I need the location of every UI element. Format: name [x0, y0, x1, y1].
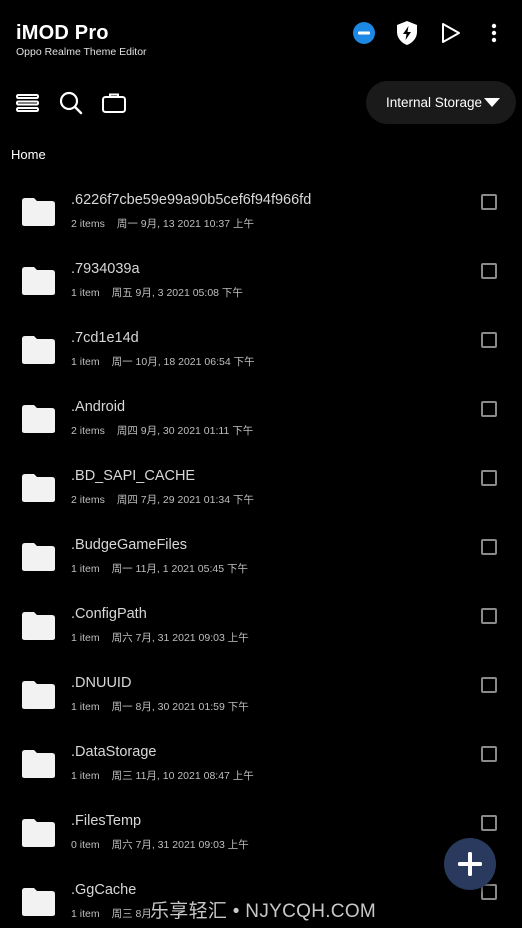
folder-icon — [22, 888, 55, 916]
file-row[interactable]: .BudgeGameFiles 1 item 周一 11月, 1 2021 05:… — [0, 511, 522, 580]
modified-date: 周一 9月, 13 2021 10:37 上午 — [116, 218, 254, 230]
plus-icon — [458, 852, 482, 876]
file-name: .FilesTemp — [71, 813, 142, 829]
file-name: .6226f7cbe59e99a90b5cef6f94f966fd — [71, 192, 312, 208]
file-list: .6226f7cbe59e99a90b5cef6f94f966fd 2 item… — [0, 166, 522, 925]
select-checkbox[interactable] — [481, 815, 497, 831]
file-meta: 2 items 周四 9月, 30 2021 01:11 下午 — [71, 423, 253, 438]
folder-icon — [22, 198, 55, 226]
file-row[interactable]: .Android 2 items 周四 9月, 30 2021 01:11 下午 — [0, 373, 522, 442]
file-row[interactable]: .6226f7cbe59e99a90b5cef6f94f966fd 2 item… — [0, 166, 522, 235]
modified-date: 周一 8月, 30 2021 01:59 下午 — [111, 701, 249, 713]
folder-icon — [22, 750, 55, 778]
file-meta: 1 item 周一 10月, 18 2021 06:54 下午 — [71, 354, 255, 369]
briefcase-icon[interactable] — [101, 90, 127, 116]
watermark: 乐享轻汇 • NJYCQH.COM — [150, 901, 377, 922]
item-count: 1 item — [71, 701, 100, 713]
folder-icon — [22, 819, 55, 847]
file-row[interactable]: .DNUUID 1 item 周一 8月, 30 2021 01:59 下午 — [0, 649, 522, 718]
file-name: .BD_SAPI_CACHE — [71, 468, 196, 484]
minus-circle-icon[interactable] — [351, 20, 377, 46]
modified-date: 周一 11月, 1 2021 05:45 下午 — [111, 563, 248, 575]
select-checkbox[interactable] — [481, 746, 497, 762]
select-checkbox[interactable] — [481, 194, 497, 210]
folder-icon — [22, 474, 55, 502]
play-icon[interactable] — [437, 20, 463, 46]
search-icon[interactable] — [58, 90, 84, 116]
folder-icon — [22, 543, 55, 571]
storage-label: Internal Storage — [386, 95, 483, 110]
stack-icon[interactable] — [15, 90, 41, 116]
select-checkbox[interactable] — [481, 884, 497, 900]
select-checkbox[interactable] — [481, 677, 497, 693]
modified-date: 周四 9月, 30 2021 01:11 下午 — [116, 425, 254, 437]
file-meta: 1 item 周三 8月 — [71, 906, 152, 921]
item-count: 2 items — [71, 218, 105, 230]
file-meta: 1 item 周三 11月, 10 2021 08:47 上午 — [71, 768, 254, 783]
file-meta: 0 item 周六 7月, 31 2021 09:03 上午 — [71, 837, 249, 852]
item-count: 2 items — [71, 494, 105, 506]
file-name: .DataStorage — [71, 744, 157, 760]
item-count: 1 item — [71, 563, 100, 575]
item-count: 1 item — [71, 632, 100, 644]
item-count: 2 items — [71, 425, 105, 437]
item-count: 1 item — [71, 908, 100, 920]
select-checkbox[interactable] — [481, 470, 497, 486]
file-meta: 2 items 周四 7月, 29 2021 01:34 下午 — [71, 492, 254, 507]
folder-icon — [22, 612, 55, 640]
modified-date: 周一 10月, 18 2021 06:54 下午 — [111, 356, 255, 368]
file-meta: 2 items 周一 9月, 13 2021 10:37 上午 — [71, 216, 254, 231]
shield-bolt-icon[interactable] — [394, 20, 420, 46]
modified-date: 周六 7月, 31 2021 09:03 上午 — [111, 839, 249, 851]
file-name: .DNUUID — [71, 675, 132, 691]
file-name: .Android — [71, 399, 126, 415]
file-name: .7934039a — [71, 261, 140, 277]
app-title: iMOD Pro — [16, 22, 109, 44]
file-meta: 1 item 周五 9月, 3 2021 05:08 下午 — [71, 285, 243, 300]
folder-icon — [22, 681, 55, 709]
file-meta: 1 item 周六 7月, 31 2021 09:03 上午 — [71, 630, 249, 645]
app-subtitle: Oppo Realme Theme Editor — [16, 46, 147, 58]
file-meta: 1 item 周一 8月, 30 2021 01:59 下午 — [71, 699, 249, 714]
select-checkbox[interactable] — [481, 539, 497, 555]
modified-date: 周三 8月 — [111, 908, 152, 920]
breadcrumb[interactable]: Home — [11, 147, 46, 162]
file-name: .7cd1e14d — [71, 330, 139, 346]
select-checkbox[interactable] — [481, 608, 497, 624]
item-count: 1 item — [71, 287, 100, 299]
modified-date: 周四 7月, 29 2021 01:34 下午 — [116, 494, 254, 506]
file-row[interactable]: .DataStorage 1 item 周三 11月, 10 2021 08:47… — [0, 718, 522, 787]
file-row[interactable]: .FilesTemp 0 item 周六 7月, 31 2021 09:03 上午 — [0, 787, 522, 856]
file-meta: 1 item 周一 11月, 1 2021 05:45 下午 — [71, 561, 248, 576]
file-name: .ConfigPath — [71, 606, 147, 622]
folder-icon — [22, 336, 55, 364]
item-count: 0 item — [71, 839, 100, 851]
file-row[interactable]: .7934039a 1 item 周五 9月, 3 2021 05:08 下午 — [0, 235, 522, 304]
modified-date: 周三 11月, 10 2021 08:47 上午 — [111, 770, 254, 782]
file-row[interactable]: .7cd1e14d 1 item 周一 10月, 18 2021 06:54 下午 — [0, 304, 522, 373]
add-fab-button[interactable] — [444, 838, 496, 890]
file-name: .GgCache — [71, 882, 137, 898]
more-vertical-icon[interactable] — [481, 20, 507, 46]
caret-down-icon — [484, 98, 500, 107]
item-count: 1 item — [71, 356, 100, 368]
modified-date: 周六 7月, 31 2021 09:03 上午 — [111, 632, 249, 644]
file-name: .BudgeGameFiles — [71, 537, 188, 553]
item-count: 1 item — [71, 770, 100, 782]
folder-icon — [22, 267, 55, 295]
file-row[interactable]: .ConfigPath 1 item 周六 7月, 31 2021 09:03 上… — [0, 580, 522, 649]
storage-selector[interactable]: Internal Storage — [366, 81, 516, 124]
file-row[interactable]: .BD_SAPI_CACHE 2 items 周四 7月, 29 2021 01:… — [0, 442, 522, 511]
folder-icon — [22, 405, 55, 433]
modified-date: 周五 9月, 3 2021 05:08 下午 — [111, 287, 243, 299]
select-checkbox[interactable] — [481, 401, 497, 417]
select-checkbox[interactable] — [481, 332, 497, 348]
select-checkbox[interactable] — [481, 263, 497, 279]
